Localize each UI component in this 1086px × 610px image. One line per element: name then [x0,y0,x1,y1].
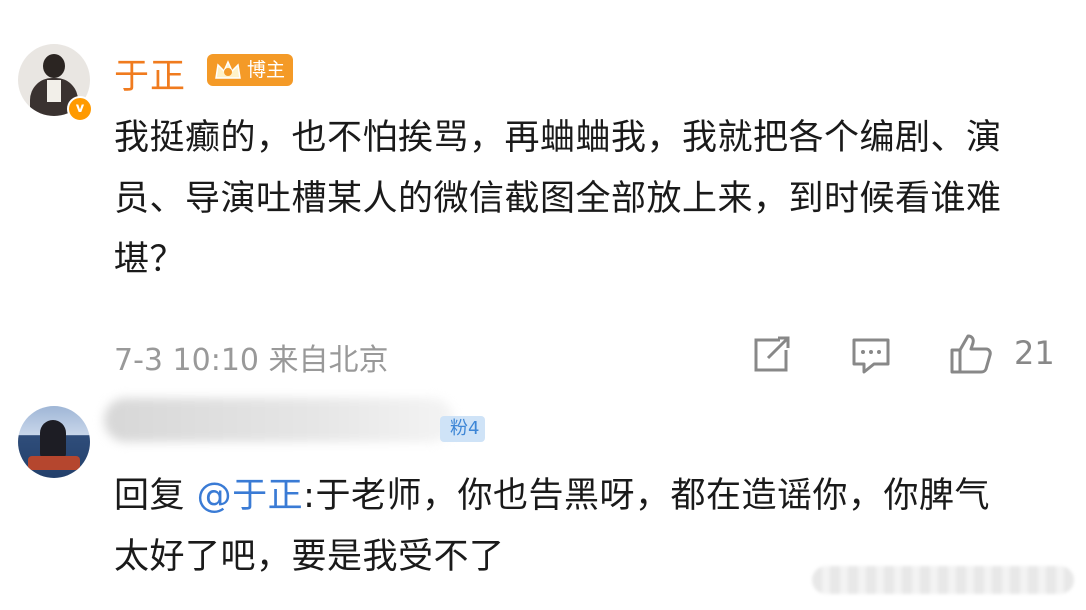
vip-badge-label: 博主 [247,59,286,81]
mention-link[interactable]: @于正 [197,476,304,516]
comment-icon[interactable] [850,334,892,376]
like-count: 21 [1014,334,1055,372]
comment-time: 7-3 10:10 [114,343,259,378]
watermark [812,566,1074,594]
vip-badge: 博主 [207,54,294,86]
comment-item: 粉4 回复 @于正:于老师，你也告黑呀，都在造谣你，你脾气太好了吧，要是我受不了 [0,390,1086,610]
like-icon[interactable] [948,332,994,376]
author-name[interactable]: 于正 [114,48,186,99]
reply-prefix: 回复 [114,476,186,516]
comment-text: 我挺癫的，也不怕挨骂，再蛐蛐我，我就把各个编剧、演员、导演吐槽某人的微信截图全部… [114,118,1002,280]
comment-meta: 7-3 10:10 来自北京 [114,335,389,379]
avatar[interactable] [18,406,90,478]
forward-icon[interactable] [750,334,792,376]
verified-badge-icon: v [67,96,93,122]
comment-location: 来自北京 [268,343,389,378]
comment-item: v 于正 博主 我挺癫的，也不怕挨骂，再蛐蛐我，我就把各个编剧、演员、导演吐槽某… [0,0,1086,390]
crown-icon [215,60,241,79]
author-name-blurred [104,398,454,442]
fan-badge: 粉4 [440,416,486,442]
